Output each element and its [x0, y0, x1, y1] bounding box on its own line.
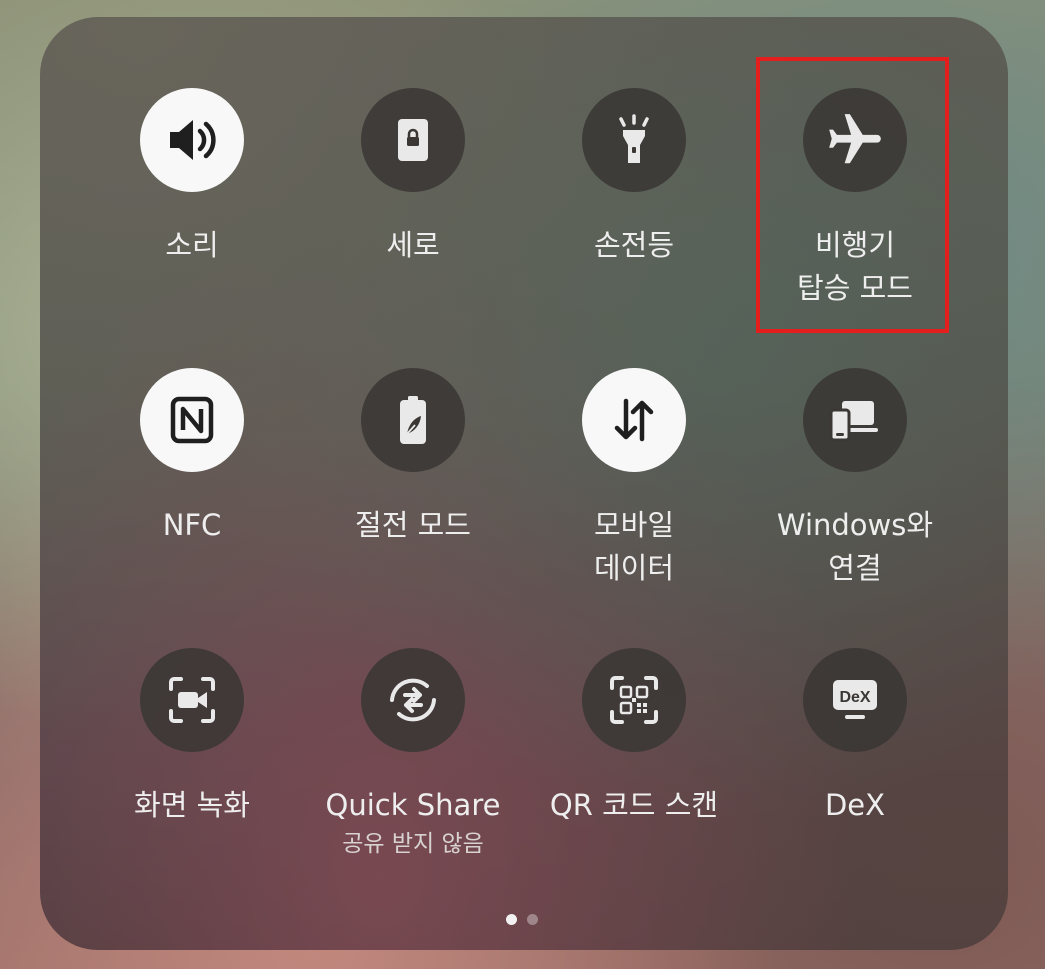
screen-recorder-tile[interactable]: 화면 녹화: [92, 648, 292, 827]
flashlight-icon: [619, 114, 649, 163]
quick-settings-panel: 소리 세로 손전등 비행기 탑승 모드 NFC 절전 모드 모바일 데이터 Wi…: [40, 17, 1008, 950]
nfc-icon: [170, 396, 214, 444]
sound-label: 소리: [165, 228, 219, 262]
dex-tile[interactable]: DeX DeX: [755, 648, 955, 827]
power-saving-tile[interactable]: 절전 모드: [313, 368, 513, 547]
page-indicator-dot-2[interactable]: [527, 914, 538, 925]
sound-tile[interactable]: 소리: [92, 88, 292, 267]
data-arrows-icon: [614, 398, 654, 442]
quick-share-label: Quick Share: [325, 788, 501, 822]
power-saving-label: 절전 모드: [355, 508, 471, 542]
link-to-windows-label: Windows와 연결: [777, 504, 933, 590]
airplane-mode-label-line2: 탑승 모드: [797, 271, 913, 305]
speaker-icon: [170, 120, 216, 160]
power-saving-toggle-button[interactable]: [361, 368, 465, 472]
nfc-toggle-button[interactable]: [140, 368, 244, 472]
mobile-data-tile[interactable]: 모바일 데이터: [534, 368, 734, 590]
flashlight-label: 손전등: [593, 228, 675, 262]
flashlight-tile[interactable]: 손전등: [534, 88, 734, 267]
link-to-windows-label-line2: 연결: [828, 551, 882, 585]
flashlight-toggle-button[interactable]: [582, 88, 686, 192]
quick-share-toggle-button[interactable]: [361, 648, 465, 752]
devices-icon: [829, 401, 878, 442]
airplane-mode-label-line1: 비행기: [814, 228, 896, 262]
portrait-lock-icon: [398, 119, 428, 161]
dex-icon: DeX: [833, 680, 877, 719]
qr-scanner-toggle-button[interactable]: [582, 648, 686, 752]
link-to-windows-label-line1: Windows와: [776, 508, 934, 542]
nfc-label: NFC: [162, 508, 222, 542]
page-indicator-dot-1[interactable]: [506, 914, 517, 925]
page-indicator: [506, 914, 538, 925]
wallpaper-background: 소리 세로 손전등 비행기 탑승 모드 NFC 절전 모드 모바일 데이터 Wi…: [0, 0, 1045, 969]
dex-icon-text: DeX: [839, 689, 870, 706]
mobile-data-label-line1: 모바일: [593, 508, 675, 542]
battery-leaf-icon: [400, 396, 426, 444]
link-to-windows-toggle-button[interactable]: [803, 368, 907, 472]
orientation-tile[interactable]: 세로: [313, 88, 513, 267]
nfc-tile[interactable]: NFC: [92, 368, 292, 547]
dex-toggle-button[interactable]: DeX: [803, 648, 907, 752]
qr-scanner-label: QR 코드 스캔: [549, 788, 719, 822]
mobile-data-toggle-button[interactable]: [582, 368, 686, 472]
airplane-mode-toggle-button[interactable]: [803, 88, 907, 192]
orientation-toggle-button[interactable]: [361, 88, 465, 192]
airplane-icon: [829, 114, 881, 164]
sound-toggle-button[interactable]: [140, 88, 244, 192]
screen-record-icon: [169, 677, 215, 723]
airplane-mode-label: 비행기 탑승 모드: [797, 224, 913, 310]
mobile-data-label-line2: 데이터: [593, 551, 675, 585]
quick-share-status: 공유 받지 않음: [342, 831, 484, 857]
quick-share-icon: [390, 678, 436, 722]
screen-recorder-toggle-button[interactable]: [140, 648, 244, 752]
airplane-mode-tile[interactable]: 비행기 탑승 모드: [755, 88, 955, 310]
qr-scanner-tile[interactable]: QR 코드 스캔: [534, 648, 734, 827]
dex-label: DeX: [824, 788, 886, 822]
screen-recorder-label: 화면 녹화: [134, 788, 250, 822]
orientation-label: 세로: [386, 228, 440, 262]
qr-code-icon: [610, 676, 658, 724]
quick-share-tile[interactable]: Quick Share 공유 받지 않음: [313, 648, 513, 859]
link-to-windows-tile[interactable]: Windows와 연결: [755, 368, 955, 590]
mobile-data-label: 모바일 데이터: [594, 504, 674, 590]
